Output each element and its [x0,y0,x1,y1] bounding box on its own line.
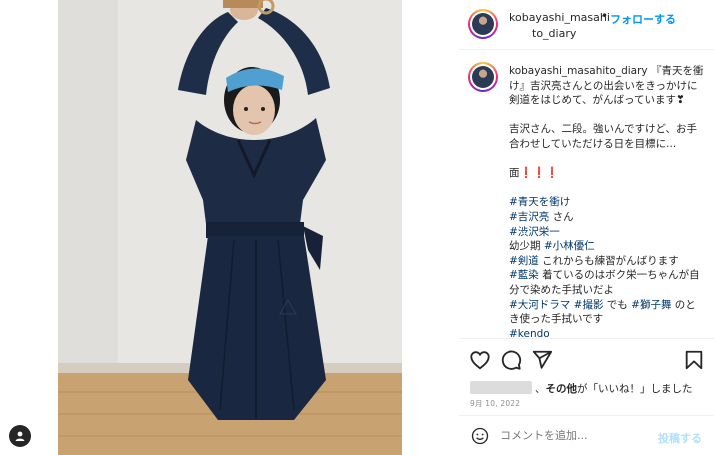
action-bar: 、その他が「いいね！」しました 9月 10, 2022 [459,338,714,408]
hashtag-link[interactable]: #剣道 [509,255,539,267]
hashtag-link[interactable]: #獅子舞 [631,299,671,311]
likes-others[interactable]: その他 [546,383,578,395]
hashtag-link[interactable]: #藍染 [509,269,539,281]
caption-author-avatar[interactable] [468,62,498,92]
caption-line: #青天を衝け [509,195,704,210]
hashtag-link[interactable]: #大河ドラマ [509,299,570,311]
likes-suffix: が「いいね！」しました [577,383,693,395]
caption-text: kobayashi_masahito_diary 『青天を衝け』吉沢亮さんとの出… [509,64,704,338]
author-username-wrap[interactable]: to_diary [532,27,576,40]
emoji-icon[interactable] [471,427,489,445]
likes-summary[interactable]: 、その他が「いいね！」しました [470,381,693,396]
caption-line: #藍染 着ているのはボク栄一ちゃんが自分で染めた手拭いだよ [509,268,704,297]
caption-line: 幼少期 #小林優仁 [509,239,704,254]
hashtag-link[interactable]: #渋沢栄一 [509,226,560,238]
exclamation-marks: ❗❗❗ [519,167,559,180]
caption-username[interactable]: kobayashi_masahito_diary [509,65,648,77]
post-header: kobayashi_masahi • フォローする to_diary [459,0,714,50]
follow-button[interactable]: フォローする [610,11,676,27]
comment-input[interactable] [500,429,620,442]
caption-fragment: 吉沢さん、二段。強いんですけど、お手合わせしていただける日を目標に... [509,123,697,150]
hashtag-link[interactable]: #撮影 [574,299,604,311]
caption-line: #剣道 これからも練習がんばります [509,254,704,269]
caption-fragment: さん [549,210,574,223]
comment-icon[interactable] [500,349,522,371]
separator-dot: • [601,9,609,23]
caption-fragment: でも [603,298,632,311]
photo-illustration [58,0,402,455]
hashtag-link[interactable]: #青天を衝け [509,196,570,208]
post-photo[interactable] [58,0,402,455]
post-comment-button[interactable]: 投稿する [658,430,702,446]
likes-connector: 、 [535,383,546,395]
caption-fragment: 面 [509,167,520,180]
left-gutter [0,0,58,455]
liker-name-redacted [470,381,532,394]
post-side-panel: kobayashi_masahi • フォローする to_diary kobay… [459,0,714,455]
caption-line: #kendo [509,327,704,338]
caption-line: #吉沢亮 さん [509,210,704,225]
hashtag-link[interactable]: #小林優仁 [544,240,595,252]
caption-area: kobayashi_masahito_diary 『青天を衝け』吉沢亮さんとの出… [459,52,714,338]
caption-line: 吉沢さん、二段。強いんですけど、お手合わせしていただける日を目標に... [509,122,704,151]
caption-fragment: 幼少期 [509,240,544,253]
author-username[interactable]: kobayashi_masahi [509,11,610,24]
right-gutter [402,0,459,455]
hashtag-link[interactable]: #吉沢亮 [509,211,549,223]
caption-fragment: これからも練習がんばります [538,254,679,267]
caption-gap [509,152,704,167]
caption-gap [509,108,704,123]
caption-gap [509,181,704,196]
comment-bar: 投稿する [459,415,714,455]
share-icon[interactable] [531,349,553,371]
hashtag-link[interactable]: #kendo [509,328,550,338]
bookmark-icon[interactable] [683,349,705,371]
caption-line: #渋沢栄一 [509,225,704,240]
caption-line: 面❗❗❗ [509,166,704,181]
caption-line: #大河ドラマ #撮影 でも #獅子舞 のとき使った手拭いです [509,298,704,327]
author-avatar[interactable] [468,9,498,39]
post-date[interactable]: 9月 10, 2022 [470,398,520,409]
heart-icon[interactable] [469,349,491,371]
account-icon[interactable] [9,425,31,447]
